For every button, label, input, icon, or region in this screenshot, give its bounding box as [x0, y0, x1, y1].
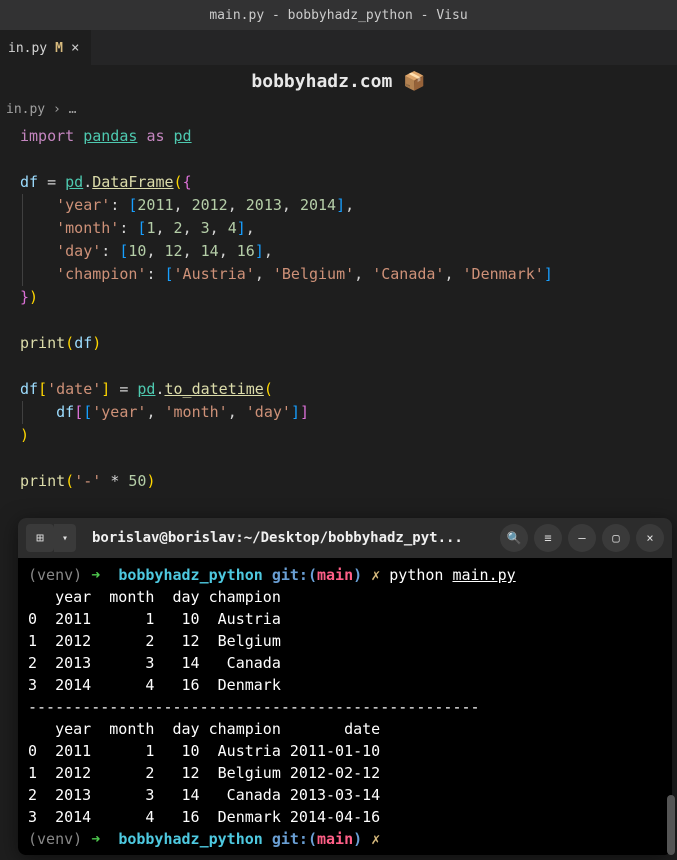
terminal-new-tab-icon[interactable]: ⊞ [26, 524, 54, 552]
code-line: print('-' * 50) [20, 470, 657, 493]
window-title-bar: main.py - bobbyhadz_python - Visu [0, 0, 677, 30]
terminal-output: 3 2014 4 16 Denmark 2014-04-16 [28, 806, 662, 828]
code-line: 'month': [1, 2, 3, 4], [20, 217, 657, 240]
code-line: import pandas as pd [20, 125, 657, 148]
code-line: 'champion': ['Austria', 'Belgium', 'Cana… [20, 263, 657, 286]
terminal-output: year month day champion [28, 586, 662, 608]
code-line: ) [20, 424, 657, 447]
code-line [20, 447, 657, 470]
code-line: df['date'] = pd.to_datetime( [20, 378, 657, 401]
terminal-output: 1 2012 2 12 Belgium [28, 630, 662, 652]
terminal-output: 0 2011 1 10 Austria [28, 608, 662, 630]
terminal-output: 1 2012 2 12 Belgium 2012-02-12 [28, 762, 662, 784]
terminal-body[interactable]: (venv) ➜ bobbyhadz_python git:(main) ✗ p… [18, 558, 672, 855]
window-title: main.py - bobbyhadz_python - Visu [209, 8, 467, 23]
terminal-line: (venv) ➜ bobbyhadz_python git:(main) ✗ [28, 828, 662, 850]
tab-filename: in.py [8, 41, 47, 56]
breadcrumb-file: in.py [6, 102, 45, 117]
search-icon[interactable]: 🔍 [500, 524, 528, 552]
tab-bar: in.py M × [0, 30, 677, 65]
terminal-output: 2 2013 3 14 Canada 2013-03-14 [28, 784, 662, 806]
code-line: 'day': [10, 12, 14, 16], [20, 240, 657, 263]
maximize-icon[interactable]: ▢ [602, 524, 630, 552]
code-line: df[['year', 'month', 'day']] [20, 401, 657, 424]
terminal-output: 3 2014 4 16 Denmark [28, 674, 662, 696]
terminal-output: 0 2011 1 10 Austria 2011-01-10 [28, 740, 662, 762]
tab-modified-indicator: M [55, 41, 63, 56]
code-line [20, 355, 657, 378]
terminal-output: 2 2013 3 14 Canada [28, 652, 662, 674]
code-line: df = pd.DataFrame({ [20, 171, 657, 194]
editor-tab[interactable]: in.py M × [0, 30, 91, 65]
site-banner: bobbyhadz.com 📦 [0, 65, 677, 98]
close-icon[interactable]: × [71, 40, 79, 56]
terminal-output: ----------------------------------------… [28, 696, 662, 718]
terminal-title: borislav@borislav:~/Desktop/bobbyhadz_py… [82, 530, 494, 546]
terminal-output: year month day champion date [28, 718, 662, 740]
code-line [20, 309, 657, 332]
terminal-dropdown-icon[interactable]: ▾ [54, 524, 76, 552]
code-line [20, 493, 657, 516]
minimize-icon[interactable]: – [568, 524, 596, 552]
code-line: 'year': [2011, 2012, 2013, 2014], [20, 194, 657, 217]
menu-icon[interactable]: ≡ [534, 524, 562, 552]
banner-text: bobbyhadz.com 📦 [251, 71, 425, 92]
breadcrumb-sep: › [53, 102, 61, 117]
close-icon[interactable]: × [636, 524, 664, 552]
code-line [20, 148, 657, 171]
terminal-line: (venv) ➜ bobbyhadz_python git:(main) ✗ p… [28, 564, 662, 586]
code-line: }) [20, 286, 657, 309]
terminal-titlebar: ⊞ ▾ borislav@borislav:~/Desktop/bobbyhad… [18, 518, 672, 558]
code-line: print(df) [20, 332, 657, 355]
code-editor[interactable]: import pandas as pd df = pd.DataFrame({ … [0, 121, 677, 543]
scrollbar[interactable] [667, 795, 675, 855]
breadcrumb-more: … [69, 102, 77, 117]
terminal-window: ⊞ ▾ borislav@borislav:~/Desktop/bobbyhad… [18, 518, 672, 855]
breadcrumb[interactable]: in.py › … [0, 98, 677, 121]
